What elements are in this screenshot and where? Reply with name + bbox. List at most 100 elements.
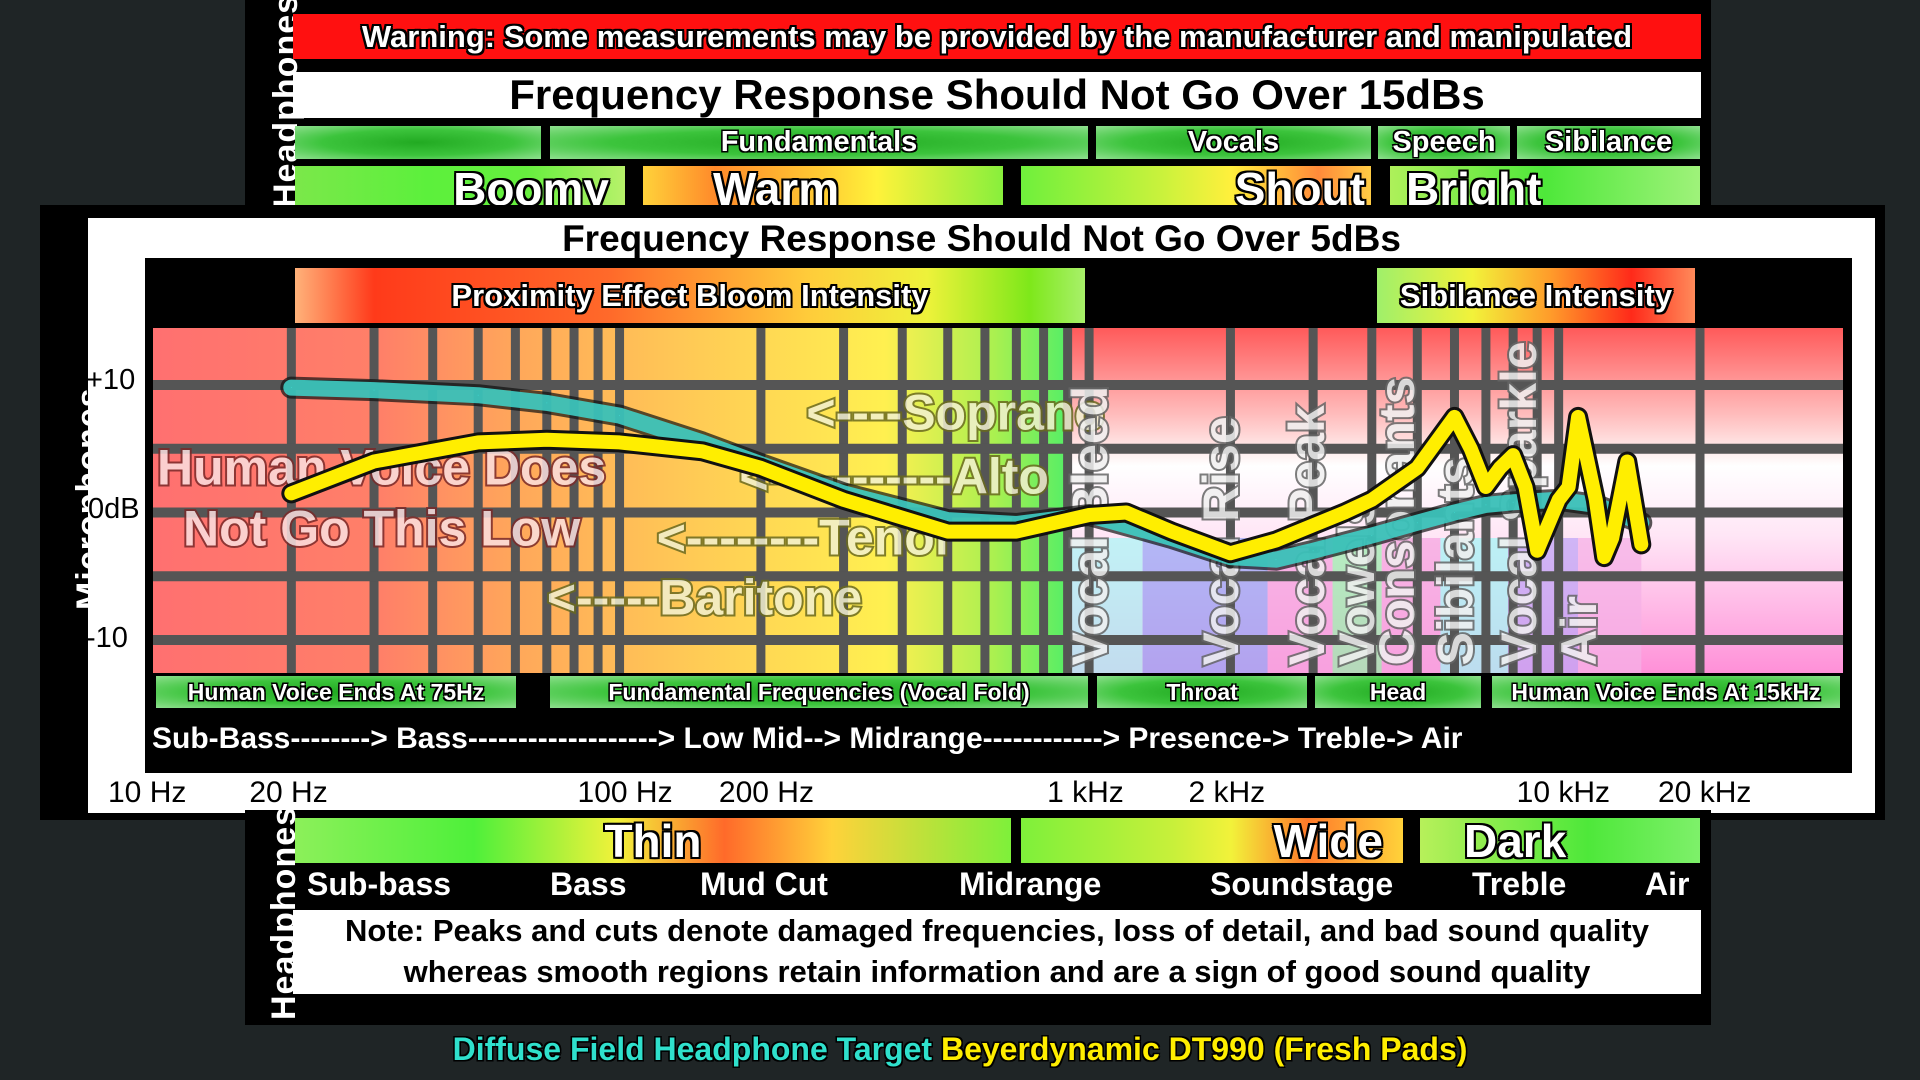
x-tick-label: 1 kHz	[1047, 776, 1124, 809]
data-point	[760, 467, 762, 469]
headphones-limit-title: Frequency Response Should Not Go Over 15…	[509, 71, 1485, 118]
category-bar-sub-bass	[295, 126, 541, 159]
x-tick-label: 200 Hz	[718, 776, 814, 809]
note-line-2: whereas smooth regions retain informatio…	[403, 954, 1591, 989]
data-point	[1595, 499, 1597, 501]
note-line-1: Note: Peaks and cuts denote damaged freq…	[345, 913, 1649, 948]
data-point	[1371, 534, 1373, 536]
data-point	[373, 461, 375, 462]
microphones-limit-title: Frequency Response Should Not Go Over 5d…	[562, 218, 1401, 259]
band-label-air: Air	[1645, 866, 1690, 902]
headphones-limit-title-bar: Frequency Response Should Not Go Over 15…	[293, 71, 1701, 118]
category-bar-sibilance: Sibilance	[1517, 126, 1700, 159]
band-label-bass: Bass	[550, 866, 627, 902]
data-point	[1015, 531, 1017, 533]
data-point	[1512, 454, 1514, 456]
data-point	[1275, 559, 1277, 561]
x-tick-label: 2 kHz	[1188, 776, 1266, 809]
data-point	[1611, 537, 1613, 539]
data-point	[477, 394, 479, 396]
frequency-response-plot: Human Voice DoesNot Go This Low<----Sopr…	[153, 328, 1843, 673]
data-point	[843, 499, 845, 501]
x-tick-label: 10 Hz	[108, 776, 187, 809]
vertical-label-sibilants: Sibilants	[1427, 457, 1483, 665]
region-bar-fundamental: Fundamental Frequencies (Vocal Fold)	[550, 676, 1088, 708]
data-point	[1344, 512, 1346, 513]
headphones-top-panel: Headphones Warning: Some measurements ma…	[245, 0, 1711, 215]
data-point	[1453, 512, 1455, 513]
data-point	[1416, 467, 1418, 469]
data-point	[1512, 501, 1514, 503]
note-box: Note: Peaks and cuts denote damaged freq…	[293, 910, 1701, 994]
character-bar-dark: Dark	[1420, 815, 1700, 867]
band-label-midrange: Midrange	[959, 866, 1102, 902]
data-point	[546, 439, 548, 441]
region-bar-15khz: Human Voice Ends At 15kHz	[1492, 676, 1840, 708]
data-point	[1603, 556, 1605, 558]
data-point	[1312, 550, 1314, 552]
data-point	[1577, 416, 1579, 418]
x-tick-label: 20 kHz	[1658, 776, 1752, 809]
headphones-bottom-panel: Headphones Thin Wide Dark Sub-bass Bass …	[245, 806, 1711, 1025]
data-point	[947, 531, 949, 533]
band-label-soundstage: Soundstage	[1210, 866, 1394, 902]
data-point	[1536, 550, 1538, 552]
region-bar-throat: Throat	[1097, 676, 1307, 708]
legend-footer: Diffuse Field Headphone Target Beyerdyna…	[0, 1025, 1920, 1080]
band-label-sub-bass: Sub-bass	[307, 866, 452, 902]
data-point	[1568, 486, 1570, 488]
overlay-human-voice-line2: Not Go This Low	[183, 501, 580, 557]
data-point	[477, 441, 479, 443]
voice-range-soprano: <----Soprano	[806, 385, 1105, 441]
vertical-label-air: Air	[1551, 596, 1607, 665]
data-point	[619, 415, 621, 417]
data-point	[1626, 461, 1628, 462]
data-point	[1470, 448, 1472, 450]
data-point	[619, 441, 621, 443]
y-tick-minus10: -10	[86, 622, 128, 654]
region-bar-75hz: Human Voice Ends At 75Hz	[156, 676, 516, 708]
legend-device-label: Beyerdynamic DT990 (Fresh Pads)	[940, 1031, 1468, 1067]
data-point	[1275, 540, 1277, 542]
data-point	[1371, 499, 1373, 501]
character-bar-thin: Thin	[295, 815, 1011, 867]
category-bar-fundamentals: Fundamentals	[550, 126, 1088, 159]
data-point	[1125, 512, 1127, 513]
data-point	[701, 450, 703, 452]
data-point	[1525, 486, 1527, 488]
data-point	[1485, 504, 1487, 506]
y-tick-plus10: +10	[86, 364, 136, 396]
band-label-treble: Treble	[1472, 866, 1567, 902]
data-point	[1453, 416, 1455, 418]
data-point	[290, 387, 292, 389]
data-point	[1558, 499, 1560, 501]
proximity-effect-bar: Proximity Effect Bloom Intensity	[295, 268, 1085, 323]
data-point	[1499, 467, 1501, 469]
category-bar-speech: Speech	[1378, 126, 1510, 159]
legend-target-label: Diffuse Field Headphone Target	[452, 1031, 933, 1067]
warning-banner: Warning: Some measurements may be provid…	[293, 14, 1701, 59]
data-point	[546, 402, 548, 404]
data-point	[1312, 524, 1314, 526]
data-point	[947, 519, 949, 521]
warning-text: Warning: Some measurements may be provid…	[361, 18, 1633, 54]
category-bar-vocals: Vocals	[1096, 126, 1371, 159]
data-point	[1171, 531, 1173, 533]
legend: Diffuse Field Headphone Target Beyerdyna…	[0, 1025, 1920, 1073]
x-tick-label: 10 kHz	[1516, 776, 1611, 809]
band-progression: Sub-Bass--------> Bass------------------…	[152, 722, 1463, 755]
sibilance-intensity-bar: Sibilance Intensity	[1377, 268, 1695, 323]
y-tick-0db: 0dB	[88, 493, 140, 525]
region-bar-head: Head	[1315, 676, 1481, 708]
data-point	[1229, 552, 1231, 554]
x-tick-label: 20 Hz	[249, 776, 328, 809]
data-point	[1088, 514, 1090, 516]
data-point	[1485, 486, 1487, 488]
character-bar-wide: Wide	[1021, 815, 1403, 867]
band-label-mud-cut: Mud Cut	[700, 866, 828, 902]
voice-range-baritone: <-----Baritone	[547, 570, 862, 626]
data-point	[290, 492, 292, 494]
x-tick-label: 100 Hz	[577, 776, 673, 809]
data-point	[1416, 522, 1418, 524]
data-point	[373, 389, 375, 391]
